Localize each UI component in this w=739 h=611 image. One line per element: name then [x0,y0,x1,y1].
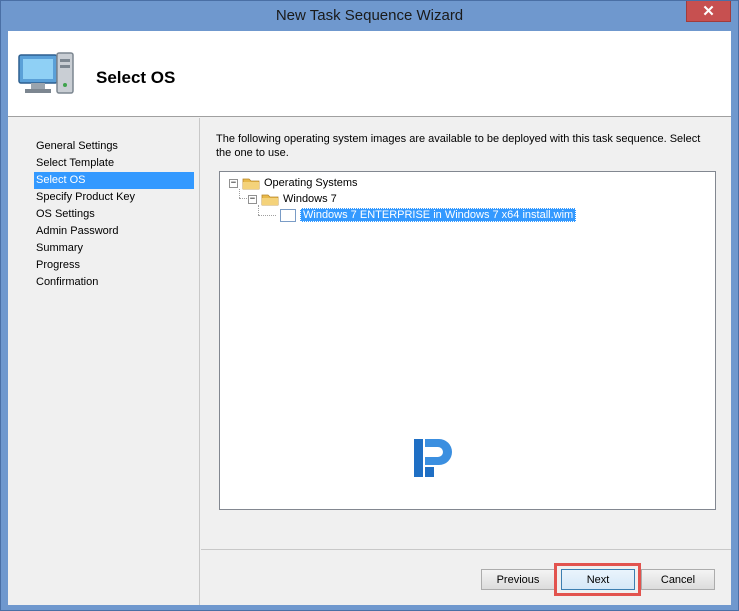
folder-icon [242,178,260,189]
title-bar[interactable]: New Task Sequence Wizard ✕ [1,1,738,31]
computer-icon [18,52,74,94]
nav-item-admin-password[interactable]: Admin Password [34,223,194,240]
nav-item-select-template[interactable]: Select Template [34,155,194,172]
close-icon: ✕ [702,3,715,20]
os-image-tree[interactable]: − Operating Systems − Windows 7 Windows … [219,171,716,510]
nav-item-general-settings[interactable]: General Settings [34,138,194,155]
os-image-icon [280,208,296,222]
tree-label: Windows 7 [283,193,337,205]
tree-label: Operating Systems [264,177,358,189]
previous-button[interactable]: Previous [481,569,555,590]
tree-label-selected[interactable]: Windows 7 ENTERPRISE in Windows 7 x64 in… [300,208,577,222]
tree-connector [258,215,276,216]
tree-node-windows-7[interactable]: − Windows 7 [248,191,337,207]
window-title: New Task Sequence Wizard [275,7,464,24]
wizard-client: Select OS General Settings Select Templa… [8,31,731,605]
wizard-header: Select OS [8,31,731,117]
wizard-window: New Task Sequence Wizard ✕ Select OS Gen… [0,0,739,611]
tree-connector [239,198,247,199]
tree-node-operating-systems[interactable]: − Operating Systems [229,175,358,191]
nav-item-select-os[interactable]: Select OS [34,172,194,189]
watermark-logo-icon [414,439,452,477]
cancel-button[interactable]: Cancel [641,569,715,590]
close-button[interactable]: ✕ [686,1,731,22]
page-title: Select OS [96,68,176,87]
wizard-nav: General Settings Select Template Select … [8,118,200,605]
instructions-text: The following operating system images ar… [216,133,701,159]
nav-item-summary[interactable]: Summary [34,240,194,257]
nav-item-specify-product-key[interactable]: Specify Product Key [34,189,194,206]
wizard-footer: Previous Next Cancel [201,549,731,605]
collapse-icon[interactable]: − [248,194,257,204]
wizard-content: The following operating system images ar… [201,118,731,605]
nav-item-progress[interactable]: Progress [34,257,194,274]
next-button[interactable]: Next [561,569,635,590]
nav-item-confirmation[interactable]: Confirmation [34,274,194,291]
tree-node-os-image[interactable]: Windows 7 ENTERPRISE in Windows 7 x64 in… [280,207,577,223]
collapse-icon[interactable]: − [229,178,238,188]
folder-icon [261,194,279,205]
nav-item-os-settings[interactable]: OS Settings [34,206,194,223]
